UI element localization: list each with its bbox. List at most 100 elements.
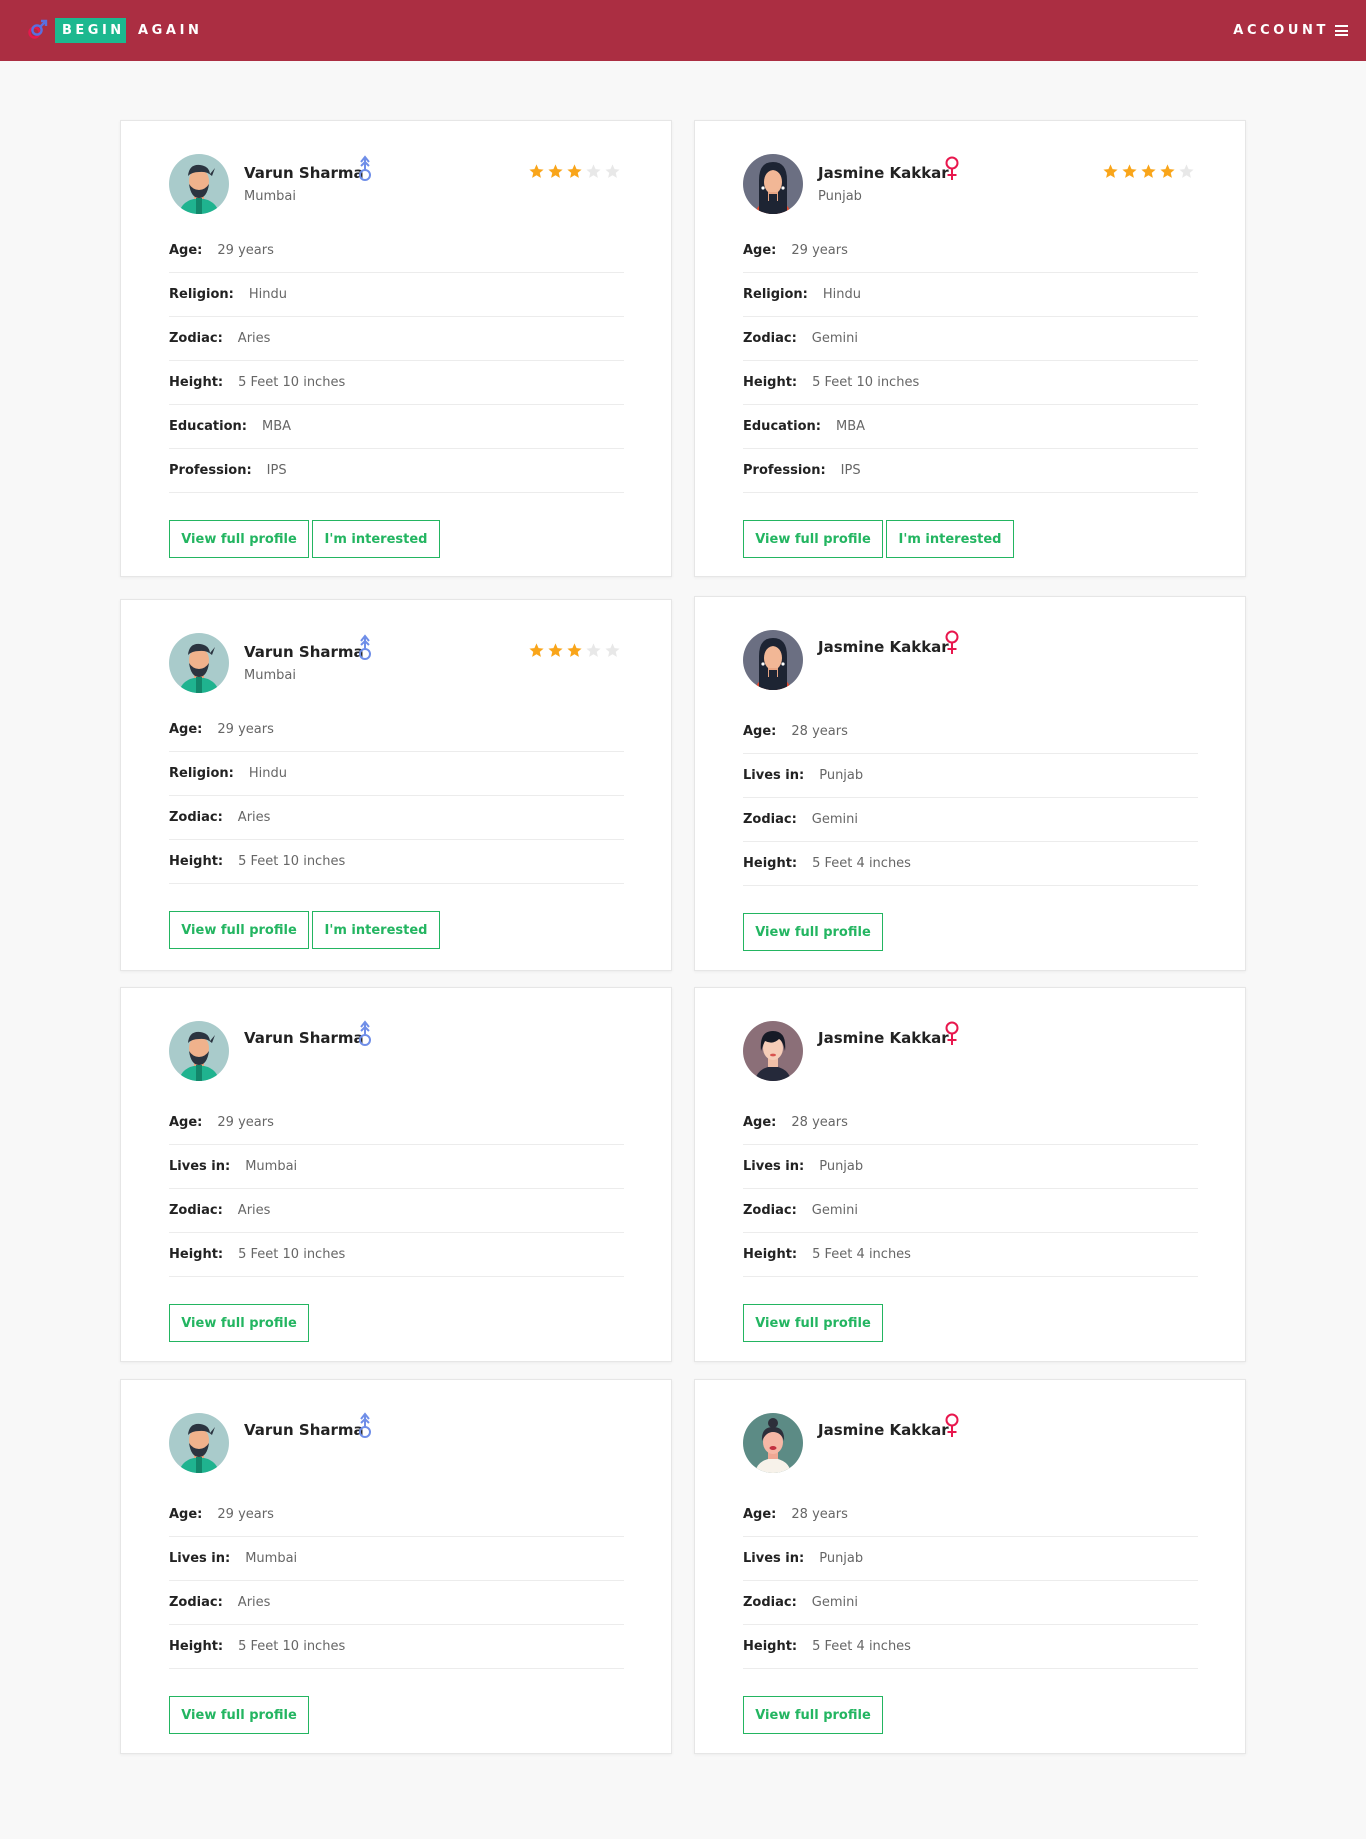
view-full-profile-button[interactable]: View full profile bbox=[169, 1696, 309, 1734]
profile-name[interactable]: Jasmine Kakkar bbox=[818, 1029, 949, 1047]
profile-name[interactable]: Jasmine Kakkar bbox=[818, 1421, 949, 1439]
info-row: Zodiac: Aries bbox=[169, 1581, 624, 1625]
info-value: 29 years bbox=[217, 1507, 274, 1522]
profile-info-list: Age: 29 years Religion: Hindu Zodiac: Ar… bbox=[169, 229, 624, 493]
star-icon bbox=[528, 163, 547, 182]
brand-begin[interactable]: BEGIN bbox=[55, 18, 126, 43]
info-row: Zodiac: Aries bbox=[169, 796, 624, 840]
navbar: BEGIN AGAIN ACCOUNT bbox=[0, 0, 1366, 61]
im-interested-button[interactable]: I'm interested bbox=[312, 520, 440, 558]
info-row: Age: 29 years bbox=[169, 1101, 624, 1145]
avatar[interactable] bbox=[743, 154, 803, 214]
profile-name[interactable]: Jasmine Kakkar bbox=[818, 638, 949, 656]
avatar[interactable] bbox=[169, 633, 229, 693]
profile-name[interactable]: Jasmine Kakkar bbox=[818, 164, 949, 182]
info-label: Age: bbox=[169, 243, 203, 258]
info-value: 28 years bbox=[791, 1115, 848, 1130]
info-value: MBA bbox=[835, 419, 866, 434]
info-label: Age: bbox=[743, 1115, 777, 1130]
card-actions: View full profile bbox=[743, 913, 886, 951]
info-label: Zodiac: bbox=[743, 1595, 797, 1610]
male-gender-icon bbox=[355, 633, 375, 663]
profile-info-list: Age: 29 years Religion: Hindu Zodiac: Ge… bbox=[743, 229, 1198, 493]
profile-name[interactable]: Varun Sharma bbox=[244, 643, 364, 661]
info-row: Age: 28 years bbox=[743, 710, 1198, 754]
info-value: 5 Feet 4 inches bbox=[812, 856, 911, 871]
im-interested-button[interactable]: I'm interested bbox=[886, 520, 1014, 558]
profile-name[interactable]: Varun Sharma bbox=[244, 1029, 364, 1047]
profile-card: Varun Sharma Age: 29 years Lives in: Mum… bbox=[120, 987, 672, 1362]
info-row: Lives in: Punjab bbox=[743, 1537, 1198, 1581]
view-full-profile-button[interactable]: View full profile bbox=[169, 911, 309, 949]
info-value: 5 Feet 4 inches bbox=[812, 1247, 911, 1262]
avatar[interactable] bbox=[743, 630, 803, 690]
info-label: Height: bbox=[743, 1639, 798, 1654]
info-row: Zodiac: Aries bbox=[169, 317, 624, 361]
info-value: 5 Feet 10 inches bbox=[238, 1639, 346, 1654]
info-value: Punjab bbox=[819, 1159, 864, 1174]
info-row: Height: 5 Feet 4 inches bbox=[743, 1233, 1198, 1277]
info-row: Height: 5 Feet 10 inches bbox=[169, 1625, 624, 1669]
info-row: Religion: Hindu bbox=[169, 273, 624, 317]
star-icon bbox=[1178, 163, 1197, 182]
account-menu-button[interactable]: ACCOUNT bbox=[1233, 18, 1348, 43]
info-row: Zodiac: Gemini bbox=[743, 317, 1198, 361]
view-full-profile-button[interactable]: View full profile bbox=[743, 913, 883, 951]
info-row: Height: 5 Feet 10 inches bbox=[169, 840, 624, 884]
avatar[interactable] bbox=[169, 1021, 229, 1081]
info-row: Age: 28 years bbox=[743, 1101, 1198, 1145]
info-label: Height: bbox=[169, 854, 224, 869]
info-value: 29 years bbox=[791, 243, 848, 258]
info-value: Gemini bbox=[811, 1203, 858, 1218]
view-full-profile-button[interactable]: View full profile bbox=[169, 1304, 309, 1342]
info-value: IPS bbox=[840, 463, 861, 478]
info-value: 29 years bbox=[217, 1115, 274, 1130]
info-value: 5 Feet 4 inches bbox=[812, 1639, 911, 1654]
info-label: Religion: bbox=[743, 287, 808, 302]
rating-stars bbox=[1102, 163, 1197, 182]
card-actions: View full profile I'm interested bbox=[169, 520, 443, 558]
profile-card: Varun Sharma Mumbai Age: 29 years Religi… bbox=[120, 120, 672, 577]
info-label: Profession: bbox=[169, 463, 252, 478]
star-icon bbox=[547, 642, 566, 661]
info-value: Mumbai bbox=[245, 1159, 298, 1174]
info-row: Age: 28 years bbox=[743, 1493, 1198, 1537]
female-gender-icon bbox=[942, 1019, 962, 1049]
info-label: Age: bbox=[169, 1115, 203, 1130]
view-full-profile-button[interactable]: View full profile bbox=[743, 520, 883, 558]
info-row: Profession: IPS bbox=[169, 449, 624, 493]
view-full-profile-button[interactable]: View full profile bbox=[169, 520, 309, 558]
avatar[interactable] bbox=[743, 1413, 803, 1473]
avatar[interactable] bbox=[743, 1021, 803, 1081]
info-label: Religion: bbox=[169, 766, 234, 781]
view-full-profile-button[interactable]: View full profile bbox=[743, 1696, 883, 1734]
info-row: Profession: IPS bbox=[743, 449, 1198, 493]
info-value: Mumbai bbox=[245, 1551, 298, 1566]
female-gender-icon bbox=[942, 154, 962, 184]
info-label: Height: bbox=[169, 1247, 224, 1262]
star-icon bbox=[528, 642, 547, 661]
info-label: Education: bbox=[743, 419, 821, 434]
info-label: Age: bbox=[743, 724, 777, 739]
star-icon bbox=[604, 642, 623, 661]
card-actions: View full profile I'm interested bbox=[169, 911, 443, 949]
im-interested-button[interactable]: I'm interested bbox=[312, 911, 440, 949]
info-row: Lives in: Punjab bbox=[743, 754, 1198, 798]
avatar[interactable] bbox=[169, 1413, 229, 1473]
profile-card: Jasmine Kakkar Age: 28 years Lives in: P… bbox=[694, 596, 1246, 971]
view-full-profile-button[interactable]: View full profile bbox=[743, 1304, 883, 1342]
info-row: Religion: Hindu bbox=[169, 752, 624, 796]
brand-again[interactable]: AGAIN bbox=[138, 18, 203, 43]
info-label: Zodiac: bbox=[169, 810, 223, 825]
gender-logo-icon bbox=[26, 18, 50, 42]
profile-info-list: Age: 28 years Lives in: Punjab Zodiac: G… bbox=[743, 1101, 1198, 1277]
info-row: Height: 5 Feet 10 inches bbox=[169, 1233, 624, 1277]
card-actions: View full profile bbox=[169, 1696, 312, 1734]
profile-name[interactable]: Varun Sharma bbox=[244, 164, 364, 182]
info-label: Age: bbox=[743, 1507, 777, 1522]
star-icon bbox=[566, 163, 585, 182]
info-label: Lives in: bbox=[743, 1551, 805, 1566]
profile-name[interactable]: Varun Sharma bbox=[244, 1421, 364, 1439]
avatar[interactable] bbox=[169, 154, 229, 214]
profile-info-list: Age: 29 years Lives in: Mumbai Zodiac: A… bbox=[169, 1101, 624, 1277]
